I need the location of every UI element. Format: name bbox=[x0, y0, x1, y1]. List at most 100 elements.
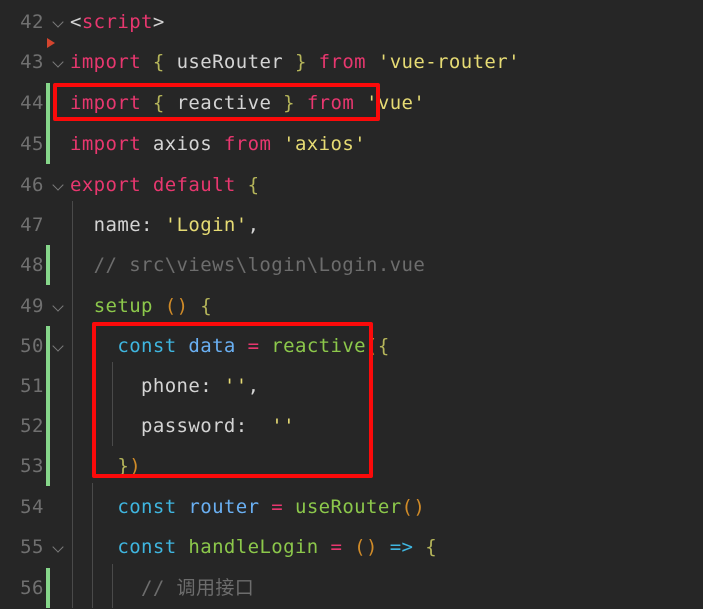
line-number-gutter[interactable]: 55 bbox=[0, 527, 48, 567]
code-token: import bbox=[70, 50, 142, 73]
code-token: 'axios' bbox=[283, 132, 366, 155]
code-token: const bbox=[117, 495, 177, 518]
line-number: 43 bbox=[20, 50, 44, 73]
code-token: : bbox=[235, 414, 248, 437]
chevron-down-icon[interactable] bbox=[48, 527, 70, 567]
code-token: // 调用接口 bbox=[70, 576, 255, 599]
code-line-text[interactable]: // 调用接口 bbox=[70, 568, 703, 608]
line-number-gutter[interactable]: 51 bbox=[0, 366, 48, 406]
code-line-row[interactable]: 53 }) bbox=[0, 446, 703, 486]
code-line-text[interactable]: password: '' bbox=[70, 406, 703, 446]
line-number-gutter[interactable]: 45 bbox=[0, 124, 48, 164]
line-number-gutter[interactable]: 49 bbox=[0, 286, 48, 326]
code-token: , bbox=[247, 374, 260, 397]
code-token: data bbox=[188, 334, 236, 357]
code-line-text[interactable]: import { useRouter } from 'vue-router' bbox=[70, 42, 703, 82]
code-line-text[interactable]: < script > bbox=[70, 2, 703, 42]
code-token: from bbox=[318, 50, 367, 73]
code-line-text[interactable]: // src\views\login\Login.vue bbox=[70, 245, 703, 285]
chevron-down-icon[interactable] bbox=[48, 2, 70, 42]
code-token: () bbox=[354, 535, 378, 558]
code-token: '' bbox=[223, 374, 248, 397]
line-number: 53 bbox=[20, 454, 44, 477]
code-line-row[interactable]: 45 import axios from 'axios' bbox=[0, 124, 703, 164]
code-line-text[interactable]: setup () { bbox=[70, 286, 703, 326]
code-line-row[interactable]: 48 // src\views\login\Login.vue bbox=[0, 245, 703, 285]
code-line-row[interactable]: 46 export default { bbox=[0, 165, 703, 205]
line-number: 54 bbox=[20, 495, 44, 518]
code-token: 'vue' bbox=[366, 91, 426, 114]
line-number-gutter[interactable]: 42 bbox=[0, 2, 48, 42]
code-line-text[interactable]: const handleLogin = () => { bbox=[70, 527, 703, 567]
code-editor-pane[interactable]: 42 < script > 43 import { useRouter } from 'v… bbox=[0, 0, 703, 609]
code-token: { bbox=[247, 173, 260, 196]
code-line-row[interactable]: 42 < script > bbox=[0, 2, 703, 42]
line-number-gutter[interactable]: 56 bbox=[0, 568, 48, 608]
code-line-row[interactable]: 49 setup () { bbox=[0, 286, 703, 326]
run-arrow-marker-icon[interactable] bbox=[47, 38, 55, 48]
code-line-row[interactable]: 52 password: '' bbox=[0, 406, 703, 446]
chevron-down-icon[interactable] bbox=[54, 341, 65, 352]
line-number: 49 bbox=[20, 294, 44, 317]
line-number-gutter[interactable]: 54 bbox=[0, 487, 48, 527]
code-line-text[interactable]: export default { bbox=[70, 165, 703, 205]
code-line-row[interactable]: 51 phone: '', bbox=[0, 366, 703, 406]
chevron-down-icon[interactable] bbox=[54, 57, 65, 68]
chevron-down-icon[interactable] bbox=[54, 542, 65, 553]
chevron-down-icon[interactable] bbox=[54, 301, 65, 312]
line-number-gutter[interactable]: 46 bbox=[0, 165, 48, 205]
line-number-gutter[interactable]: 48 bbox=[0, 245, 48, 285]
code-line-text[interactable]: const router = useRouter() bbox=[70, 487, 703, 527]
code-line-row[interactable]: 44 import { reactive } from 'vue' bbox=[0, 83, 703, 123]
code-token: { bbox=[200, 294, 213, 317]
line-number-gutter[interactable]: 53 bbox=[0, 446, 48, 486]
line-number-gutter[interactable]: 44 bbox=[0, 83, 48, 123]
code-line-text[interactable]: import { reactive } from 'vue' bbox=[70, 83, 703, 123]
line-number-gutter[interactable]: 52 bbox=[0, 406, 48, 446]
code-token: { bbox=[377, 334, 390, 357]
code-line-text[interactable]: const data = reactive({ bbox=[70, 326, 703, 366]
code-line-text[interactable]: }) bbox=[70, 446, 703, 486]
line-number: 42 bbox=[20, 10, 44, 33]
chevron-down-icon[interactable] bbox=[54, 180, 65, 191]
code-token: { bbox=[152, 91, 165, 114]
code-line-text[interactable]: phone: '', bbox=[70, 366, 703, 406]
chevron-down-icon[interactable] bbox=[48, 286, 70, 326]
code-token: = bbox=[330, 535, 343, 558]
code-line-row[interactable]: 50 const data = reactive({ bbox=[0, 326, 703, 366]
code-token: router bbox=[188, 495, 260, 518]
code-line-row[interactable]: 47 name: 'Login', bbox=[0, 205, 703, 245]
line-number-gutter[interactable]: 50 bbox=[0, 326, 48, 366]
line-number-gutter[interactable]: 47 bbox=[0, 205, 48, 245]
line-number: 45 bbox=[20, 132, 44, 155]
chevron-down-icon[interactable] bbox=[48, 326, 70, 366]
code-token: () bbox=[401, 495, 426, 518]
code-token: = bbox=[271, 495, 284, 518]
chevron-down-icon[interactable] bbox=[48, 42, 70, 82]
code-line-text[interactable]: name: 'Login', bbox=[70, 205, 703, 245]
code-line-row[interactable]: 56 // 调用接口 bbox=[0, 568, 703, 608]
chevron-down-icon[interactable] bbox=[48, 165, 70, 205]
code-line-row[interactable]: 55 const handleLogin = () => { bbox=[0, 527, 703, 567]
code-line-row[interactable]: 43 import { useRouter } from 'vue-router' bbox=[0, 42, 703, 82]
code-line-row[interactable]: 54 const router = useRouter() bbox=[0, 487, 703, 527]
chevron-down-icon[interactable] bbox=[54, 17, 65, 28]
line-number-gutter[interactable]: 43 bbox=[0, 42, 48, 82]
code-line-text[interactable]: import axios from 'axios' bbox=[70, 124, 703, 164]
